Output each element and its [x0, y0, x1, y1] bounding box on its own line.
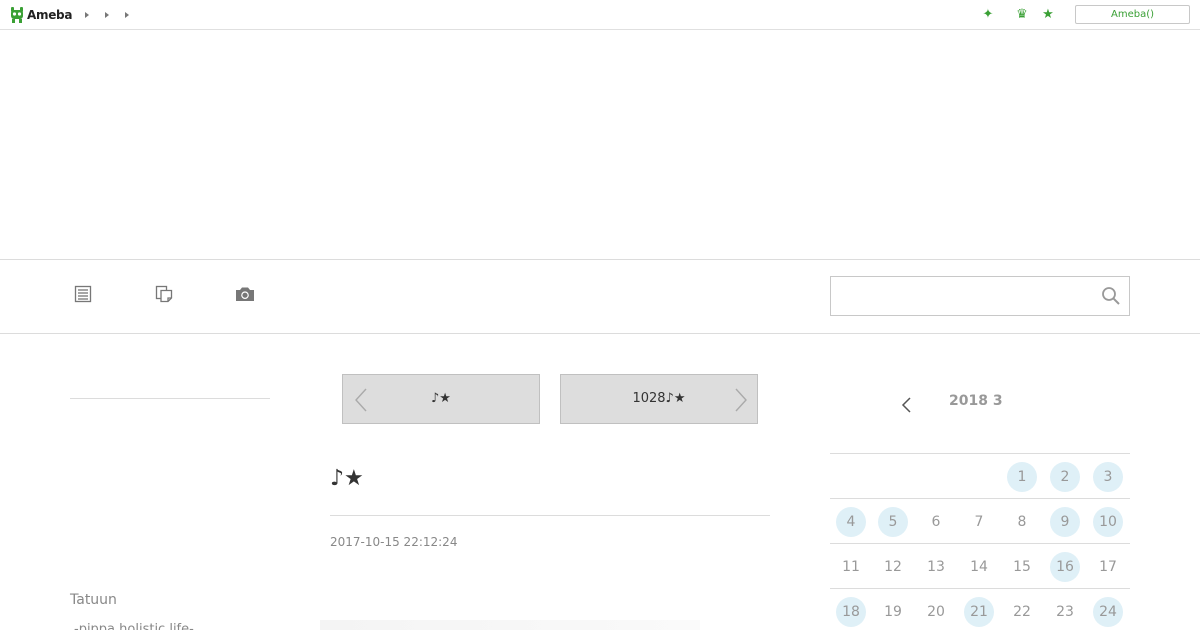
calendar-day: 8	[1017, 514, 1027, 530]
breadcrumb-arrow-icon[interactable]	[104, 9, 110, 21]
ameba-logo[interactable]: Ameba	[10, 6, 72, 23]
entry-list-icon[interactable]	[73, 284, 93, 304]
global-header: Ameba ✦ ♛ ★ Ameba()	[0, 0, 1200, 30]
entry-date: 2017-10-15 22:12:24	[330, 535, 458, 549]
entry-body-preview	[320, 620, 700, 630]
crown-icon[interactable]: ♛	[1014, 7, 1030, 23]
calendar-week-row: 123	[830, 453, 1130, 498]
calendar-day: 14	[970, 559, 988, 575]
calendar-day: 6	[931, 514, 941, 530]
calendar-day: 12	[884, 559, 902, 575]
calendar-day: 22	[1013, 604, 1031, 620]
blog-search	[830, 276, 1130, 316]
calendar-week-row: 11 12 13 14 15 16 17	[830, 543, 1130, 588]
calendar-grid: 1 2 3 4 5 6 7 8 9 10 11 12 13 14 15 16 17 18 19 20 21 22 23 24	[830, 453, 1130, 630]
blog-nav-bar	[0, 260, 1200, 334]
prev-entry-title: ♪★	[431, 391, 451, 406]
next-entry-button[interactable]: 1028♪★	[560, 374, 758, 424]
title-divider	[330, 515, 770, 516]
calendar-day: 7	[974, 514, 984, 530]
calendar-day: 20	[927, 604, 945, 620]
blog-author-name[interactable]: Tatuun	[70, 592, 117, 608]
calendar-day-with-entry[interactable]: 10	[1093, 507, 1123, 537]
calendar-day-with-entry[interactable]: 3	[1093, 462, 1123, 492]
logo-text: Ameba	[27, 7, 73, 22]
blog-header-area	[0, 30, 1200, 260]
header-icon-group: ✦ ♛ ★	[980, 7, 1056, 23]
breadcrumb-arrow-icon[interactable]	[84, 9, 90, 21]
calendar-day-with-entry[interactable]: 21	[964, 597, 994, 627]
photo-icon[interactable]	[234, 284, 254, 304]
prev-entry-button[interactable]: ♪★	[342, 374, 540, 424]
star-icon[interactable]: ★	[1040, 7, 1056, 23]
breadcrumb	[84, 9, 130, 21]
calendar-day: 17	[1099, 559, 1117, 575]
calendar-day-with-entry[interactable]: 5	[878, 507, 908, 537]
calendar-day: 19	[884, 604, 902, 620]
blog-tagline: -pippa holistic life-	[74, 622, 194, 630]
search-icon[interactable]	[1101, 286, 1121, 306]
calendar-week-row: 18 19 20 21 22 23 24	[830, 588, 1130, 630]
calendar-day-with-entry[interactable]: 24	[1093, 597, 1123, 627]
calendar-week-row: 4 5 6 7 8 9 10	[830, 498, 1130, 543]
login-button[interactable]: Ameba()	[1075, 5, 1190, 24]
calendar-day: 15	[1013, 559, 1031, 575]
calendar-day: 23	[1056, 604, 1074, 620]
calendar-day: 13	[927, 559, 945, 575]
calendar-day: 11	[842, 559, 860, 575]
search-input[interactable]	[831, 277, 1093, 315]
entry-title[interactable]: ♪★	[330, 466, 364, 491]
sparkle-icon[interactable]: ✦	[980, 7, 996, 23]
theme-list-icon[interactable]	[154, 284, 174, 304]
ameba-mascot-icon	[10, 6, 24, 23]
calendar-day-with-entry[interactable]: 2	[1050, 462, 1080, 492]
calendar-day-with-entry[interactable]: 18	[836, 597, 866, 627]
calendar-month-title: 2018 3	[949, 393, 1003, 409]
calendar-day-with-entry[interactable]: 9	[1050, 507, 1080, 537]
next-entry-title: 1028♪★	[632, 391, 686, 406]
chevron-right-icon	[733, 387, 749, 413]
calendar-day-with-entry[interactable]: 4	[836, 507, 866, 537]
sidebar-divider	[70, 398, 270, 399]
calendar-day-with-entry[interactable]: 1	[1007, 462, 1037, 492]
breadcrumb-arrow-icon[interactable]	[124, 9, 130, 21]
calendar-day-with-entry[interactable]: 16	[1050, 552, 1080, 582]
calendar-prev-month-icon[interactable]	[898, 395, 914, 415]
